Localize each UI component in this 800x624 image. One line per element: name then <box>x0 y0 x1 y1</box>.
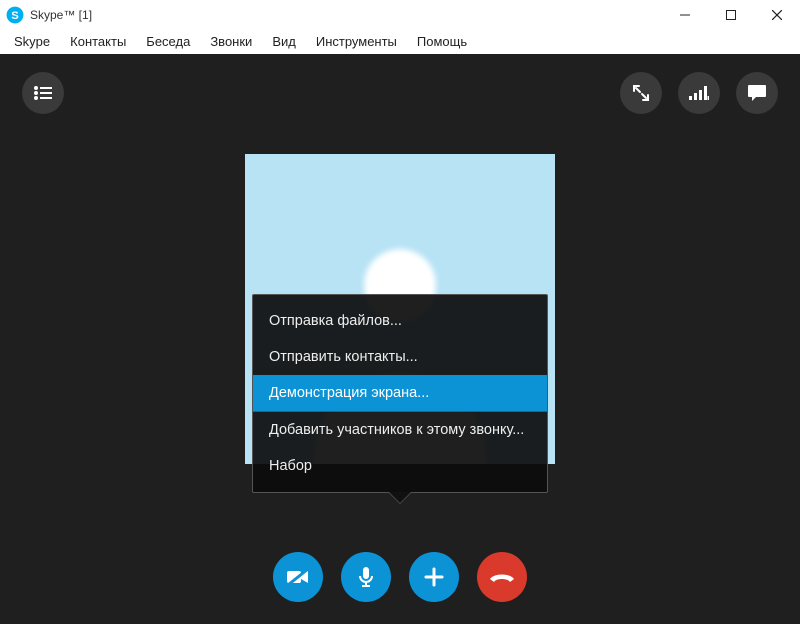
menu-item-conversation[interactable]: Беседа <box>136 32 200 51</box>
menu-item-view[interactable]: Вид <box>262 32 306 51</box>
fullscreen-icon <box>633 85 649 101</box>
chat-button[interactable] <box>736 72 778 114</box>
hangup-icon <box>488 571 516 583</box>
chat-icon <box>747 84 767 102</box>
toggle-camera-button[interactable] <box>273 552 323 602</box>
camera-off-icon <box>285 567 311 587</box>
menu-item-contacts[interactable]: Контакты <box>60 32 136 51</box>
add-menu-popup: Отправка файлов... Отправить контакты...… <box>252 294 548 493</box>
toggle-mic-button[interactable] <box>341 552 391 602</box>
skype-logo-icon: S <box>6 6 24 24</box>
menu-item-skype[interactable]: Skype <box>4 32 60 51</box>
popup-item-dial[interactable]: Набор <box>253 448 547 484</box>
recent-list-button[interactable] <box>22 72 64 114</box>
window-controls <box>662 0 800 30</box>
menu-item-help[interactable]: Помощь <box>407 32 477 51</box>
hangup-button[interactable] <box>477 552 527 602</box>
menu-item-calls[interactable]: Звонки <box>200 32 262 51</box>
popup-item-send-contacts[interactable]: Отправить контакты... <box>253 339 547 375</box>
menu-bar: Skype Контакты Беседа Звонки Вид Инструм… <box>0 30 800 54</box>
call-controls <box>273 552 527 602</box>
microphone-icon <box>358 566 374 588</box>
call-quality-button[interactable] <box>678 72 720 114</box>
recent-list-icon <box>34 86 52 100</box>
menu-item-tools[interactable]: Инструменты <box>306 32 407 51</box>
maximize-button[interactable] <box>708 0 754 30</box>
call-area: Отправка файлов... Отправить контакты...… <box>0 54 800 624</box>
minimize-button[interactable] <box>662 0 708 30</box>
call-quality-icon <box>689 86 709 100</box>
title-bar: S Skype™ [1] <box>0 0 800 30</box>
add-button[interactable] <box>409 552 459 602</box>
svg-text:S: S <box>11 10 19 22</box>
popup-item-share-screen[interactable]: Демонстрация экрана... <box>253 375 547 411</box>
plus-icon <box>424 567 444 587</box>
window-title: Skype™ [1] <box>30 8 92 22</box>
fullscreen-button[interactable] <box>620 72 662 114</box>
popup-item-send-files[interactable]: Отправка файлов... <box>253 303 547 339</box>
close-button[interactable] <box>754 0 800 30</box>
popup-item-add-participants[interactable]: Добавить участников к этому звонку... <box>253 411 547 448</box>
